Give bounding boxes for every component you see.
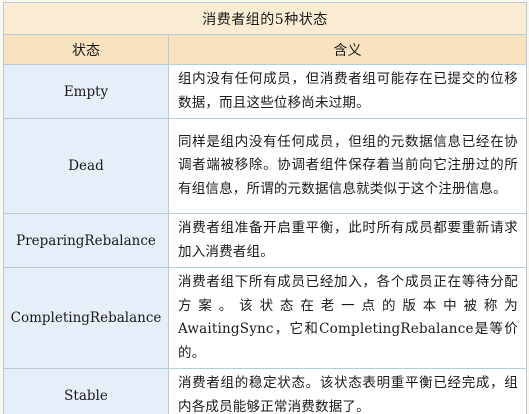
table-header-row: 状态 含义 xyxy=(3,34,528,65)
header-meaning: 含义 xyxy=(167,34,528,65)
table-row: CompletingRebalance 消费者组下所有成员已经加入，各个成员正在… xyxy=(3,267,528,369)
meaning-cell: 消费者组的稳定状态。该状态表明重平衡已经完成，组内各成员能够正常消费数据了。 xyxy=(167,368,528,414)
table-title-row: 消费者组的5种状态 xyxy=(2,2,528,35)
status-cell: Empty xyxy=(3,64,169,119)
status-cell: Stable xyxy=(3,368,169,414)
consumer-group-states-table: 消费者组的5种状态 状态 含义 Empty 组内没有任何成员，但消费者组可能存在… xyxy=(2,2,528,414)
header-status: 状态 xyxy=(3,34,169,65)
meaning-cell: 同样是组内没有任何成员，但组的元数据信息已经在协调者端被移除。协调者组件保存着当… xyxy=(167,118,528,214)
table-row: Dead 同样是组内没有任何成员，但组的元数据信息已经在协调者端被移除。协调者组… xyxy=(3,118,528,214)
meaning-cell: 消费者组下所有成员已经加入，各个成员正在等待分配方案。该状态在老一点的版本中被称… xyxy=(167,267,528,369)
table-title: 消费者组的5种状态 xyxy=(2,2,528,35)
status-cell: PreparingRebalance xyxy=(3,213,169,268)
table-row: Stable 消费者组的稳定状态。该状态表明重平衡已经完成，组内各成员能够正常消… xyxy=(3,368,528,414)
status-cell: CompletingRebalance xyxy=(3,267,169,369)
status-cell: Dead xyxy=(3,118,169,214)
meaning-cell: 消费者组准备开启重平衡，此时所有成员都要重新请求加入消费者组。 xyxy=(167,213,528,268)
table-row: PreparingRebalance 消费者组准备开启重平衡，此时所有成员都要重… xyxy=(3,213,528,268)
table-row: Empty 组内没有任何成员，但消费者组可能存在已提交的位移数据，而且这些位移尚… xyxy=(3,64,528,119)
meaning-cell: 组内没有任何成员，但消费者组可能存在已提交的位移数据，而且这些位移尚未过期。 xyxy=(167,64,528,119)
